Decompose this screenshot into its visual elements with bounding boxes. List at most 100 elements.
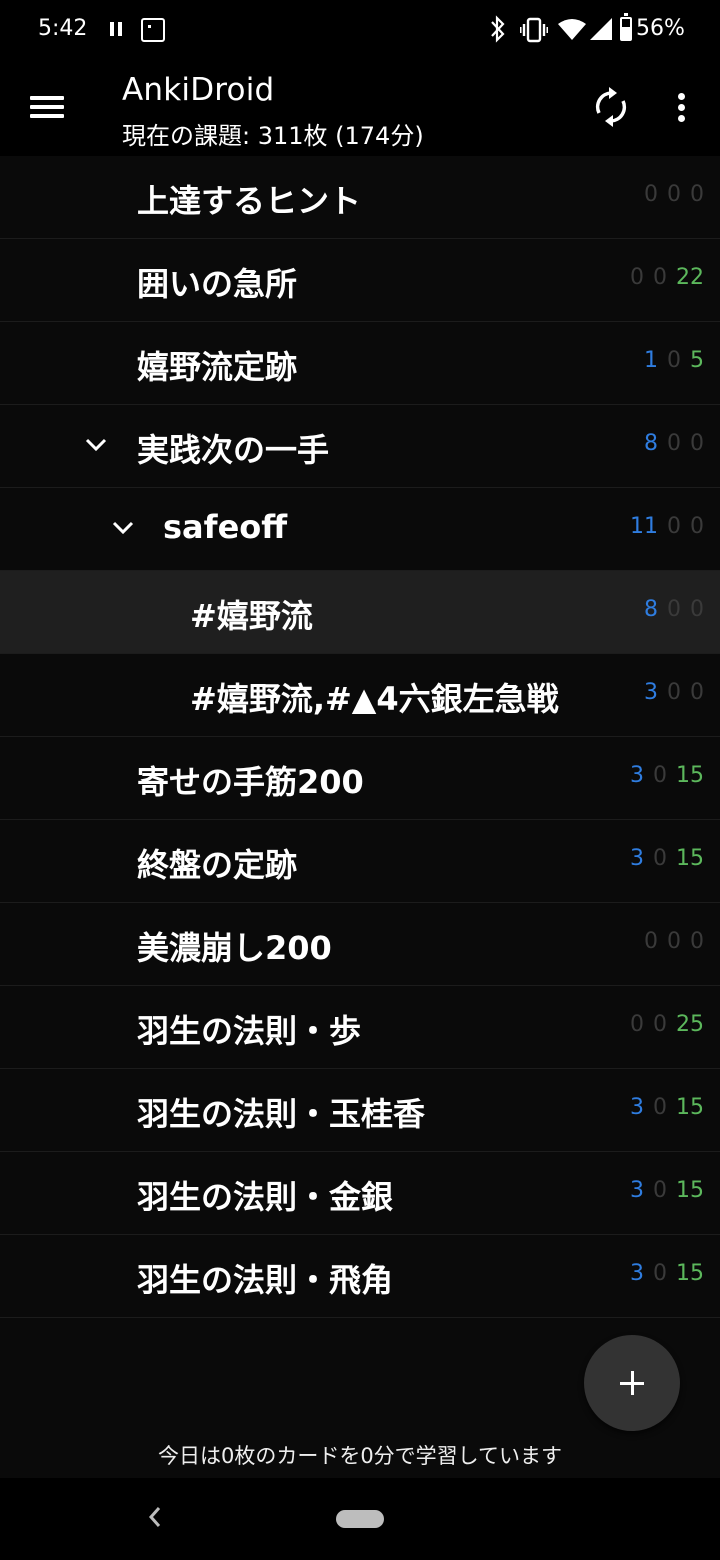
learn-count: 0	[653, 265, 667, 290]
deck-row[interactable]: 羽生の法則・玉桂香 3 0 15	[0, 1069, 720, 1152]
status-time: 5:42	[38, 16, 88, 41]
menu-icon[interactable]	[30, 94, 64, 120]
deck-name: #嬉野流	[190, 597, 313, 635]
new-count: 3	[630, 846, 644, 871]
new-count: 3	[644, 680, 658, 705]
bluetooth-icon	[488, 15, 508, 49]
learn-count: 0	[667, 348, 681, 373]
sync-icon[interactable]	[590, 86, 632, 128]
learn-count: 0	[667, 431, 681, 456]
vibrate-icon	[519, 17, 549, 43]
photo-icon	[141, 18, 165, 42]
learn-count: 0	[653, 763, 667, 788]
new-count: 3	[630, 763, 644, 788]
new-count: 3	[630, 1261, 644, 1286]
deck-name: 羽生の法則・飛角	[137, 1261, 394, 1299]
more-vert-icon[interactable]	[670, 90, 694, 130]
review-count: 0	[690, 514, 704, 539]
deck-counts: 0 0 0	[644, 929, 704, 954]
learn-count: 0	[653, 1261, 667, 1286]
deck-row[interactable]: 終盤の定跡 3 0 15	[0, 820, 720, 903]
learn-count: 0	[667, 514, 681, 539]
deck-row[interactable]: 羽生の法則・歩 0 0 25	[0, 986, 720, 1069]
review-count: 0	[690, 431, 704, 456]
home-pill-icon[interactable]	[336, 1510, 384, 1528]
battery-icon	[620, 13, 632, 41]
learn-count: 0	[653, 846, 667, 871]
deck-name: 終盤の定跡	[137, 846, 298, 884]
deck-row[interactable]: safeoff 11 0 0	[0, 488, 720, 571]
learn-count: 0	[667, 182, 681, 207]
deck-counts: 1 0 5	[644, 348, 704, 373]
deck-counts: 3 0 15	[630, 1178, 704, 1203]
deck-name: 嬉野流定跡	[137, 348, 298, 386]
deck-name: 囲いの急所	[137, 265, 298, 303]
deck-row[interactable]: 嬉野流定跡 1 0 5	[0, 322, 720, 405]
battery-percent: 56%	[636, 16, 685, 41]
deck-name: #嬉野流,#▲4六銀左急戦	[190, 680, 559, 718]
deck-name: 寄せの手筋200	[137, 763, 364, 801]
learn-count: 0	[667, 929, 681, 954]
new-count: 0	[630, 265, 644, 290]
deck-name: 美濃崩し200	[137, 929, 332, 967]
review-count: 15	[676, 1095, 704, 1120]
new-count: 0	[630, 1012, 644, 1037]
deck-list: 上達するヒント 0 0 0 囲いの急所 0 0 22 嬉野流定跡 1 0 5 実…	[0, 156, 720, 1478]
review-count: 15	[676, 846, 704, 871]
add-deck-button[interactable]	[584, 1335, 680, 1431]
deck-row[interactable]: #嬉野流,#▲4六銀左急戦 3 0 0	[0, 654, 720, 737]
deck-row[interactable]: 羽生の法則・金銀 3 0 15	[0, 1152, 720, 1235]
chevron-down-icon[interactable]	[82, 431, 110, 459]
studied-today-text: 今日は0枚のカードを0分で学習しています	[157, 1444, 563, 1468]
system-nav-bar	[0, 1478, 720, 1560]
deck-name: 羽生の法則・金銀	[137, 1178, 394, 1216]
pause-icon	[110, 22, 124, 38]
new-count: 0	[644, 929, 658, 954]
review-count: 15	[676, 1261, 704, 1286]
deck-counts: 3 0 15	[630, 763, 704, 788]
deck-name: 実践次の一手	[137, 431, 330, 469]
review-count: 0	[690, 182, 704, 207]
deck-counts: 3 0 0	[644, 680, 704, 705]
deck-name: safeoff	[163, 508, 288, 546]
review-count: 25	[676, 1012, 704, 1037]
deck-counts: 0 0 0	[644, 182, 704, 207]
review-count: 0	[690, 929, 704, 954]
deck-row[interactable]: 美濃崩し200 0 0 0	[0, 903, 720, 986]
new-count: 1	[644, 348, 658, 373]
learn-count: 0	[667, 597, 681, 622]
deck-name: 羽生の法則・玉桂香	[137, 1095, 426, 1133]
deck-counts: 11 0 0	[630, 514, 704, 539]
status-bar: 5:42 56%	[0, 0, 720, 62]
review-count: 22	[676, 265, 704, 290]
deck-counts: 3 0 15	[630, 1095, 704, 1120]
new-count: 0	[644, 182, 658, 207]
deck-row[interactable]: 羽生の法則・飛角 3 0 15	[0, 1235, 720, 1318]
chevron-down-icon[interactable]	[109, 514, 137, 542]
new-count: 8	[644, 597, 658, 622]
deck-name: 上達するヒント	[137, 182, 362, 220]
new-count: 8	[644, 431, 658, 456]
learn-count: 0	[653, 1178, 667, 1203]
new-count: 3	[630, 1095, 644, 1120]
learn-count: 0	[653, 1095, 667, 1120]
learn-count: 0	[667, 680, 681, 705]
deck-row[interactable]: 囲いの急所 0 0 22	[0, 239, 720, 322]
new-count: 3	[630, 1178, 644, 1203]
new-count: 11	[630, 514, 658, 539]
deck-row[interactable]: 上達するヒント 0 0 0	[0, 156, 720, 239]
deck-row-selected[interactable]: #嬉野流 8 0 0	[0, 571, 720, 654]
deck-row[interactable]: 実践次の一手 8 0 0	[0, 405, 720, 488]
app-bar: AnkiDroid 現在の課題: 311枚 (174分)	[0, 62, 720, 156]
review-count: 15	[676, 1178, 704, 1203]
deck-counts: 8 0 0	[644, 431, 704, 456]
cell-signal-icon	[590, 18, 612, 44]
app-title: AnkiDroid	[122, 72, 275, 108]
review-count: 0	[690, 680, 704, 705]
deck-counts: 3 0 15	[630, 846, 704, 871]
deck-row[interactable]: 寄せの手筋200 3 0 15	[0, 737, 720, 820]
review-count: 15	[676, 763, 704, 788]
deck-counts: 0 0 22	[630, 265, 704, 290]
back-icon[interactable]	[145, 1502, 165, 1540]
review-count: 5	[690, 348, 704, 373]
